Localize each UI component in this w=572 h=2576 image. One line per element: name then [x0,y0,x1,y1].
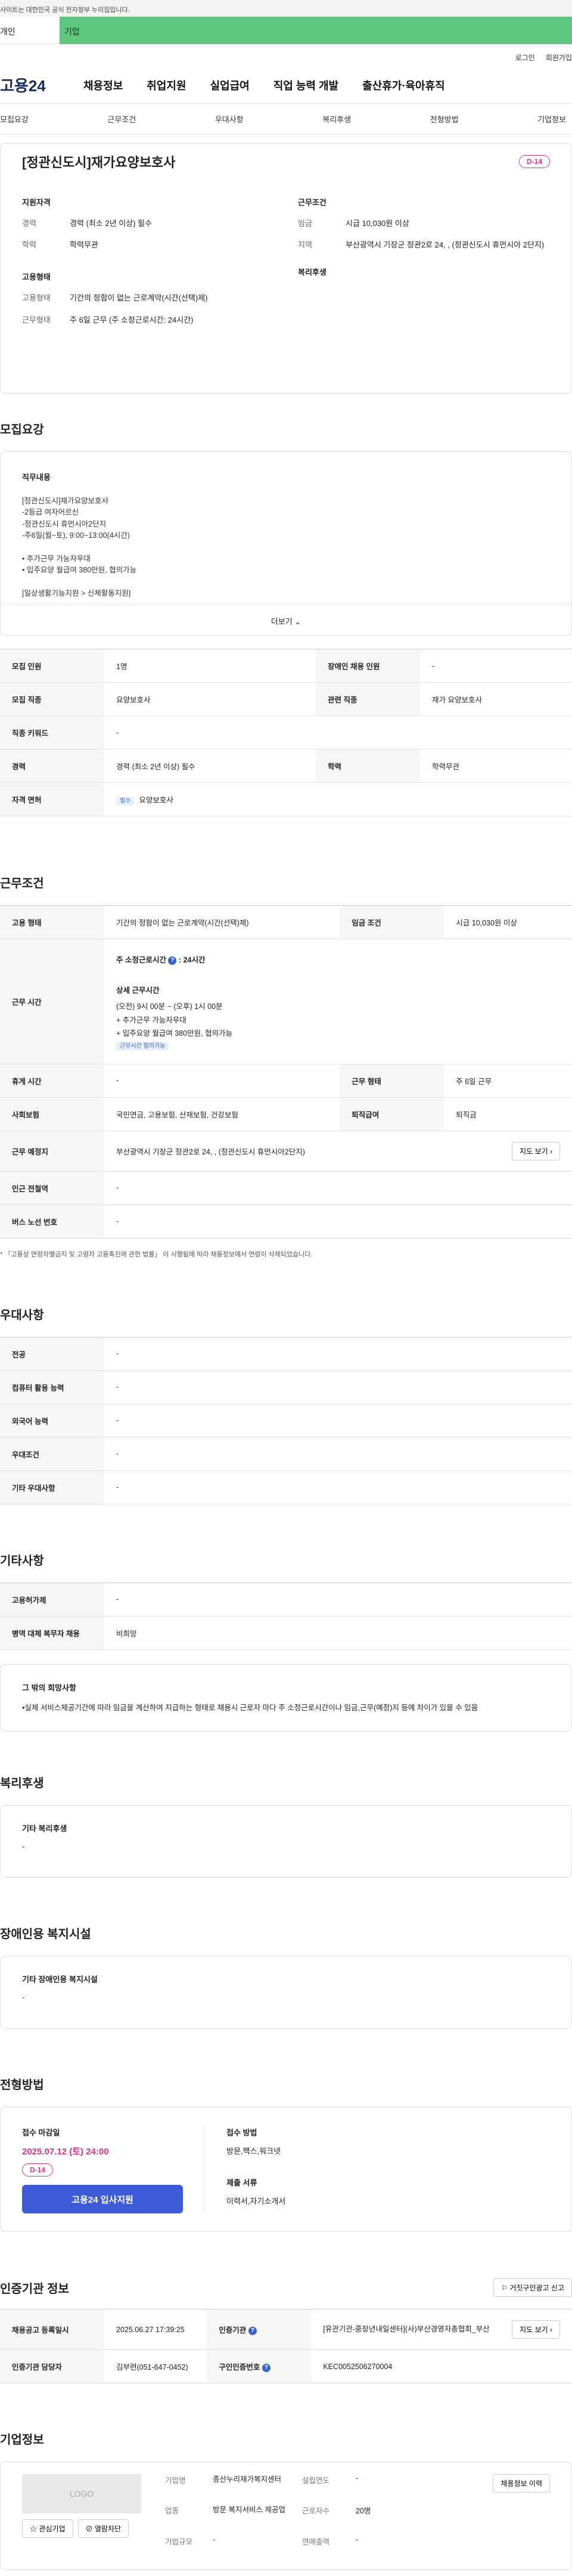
chevron-down-icon: ⌄ [294,617,301,626]
gnb-item-support[interactable]: 취업지원 [147,78,186,93]
job-history-button[interactable]: 채용정보 이력 [493,2474,550,2493]
work-wage: 임금 시급 10,030원 이상 [298,219,409,228]
job-title: [정관신도시]재가요양보호사 [22,155,176,170]
duty-line: -정관신도시 휴먼시아2단지 [22,519,107,528]
process-title: 전형방법 [0,2079,44,2092]
duty-heading: 직무내용 [22,473,51,482]
map-button[interactable]: 지도 보기 › [512,1141,560,1160]
star-icon: ☆ [30,2525,38,2533]
interest-company-button[interactable]: ☆ 관심기업 [22,2519,73,2538]
duty-line [22,542,550,553]
duty-line: • 추가근무 가능자우대 [22,554,91,563]
welfare-box: 기타 복리후생 - [0,1805,572,1878]
cert-map-button[interactable]: 지도 보기 › [512,2320,560,2339]
emp-type: 고용형태 기간의 정함이 없는 근로계약(시간(선택)제) [22,293,208,303]
process-box: 접수 마감일 2025.07.12 (토) 24:00 D-14 고용24 입사… [0,2107,572,2232]
dday-badge: D-14 [22,2163,54,2176]
job-summary-card: [정관신도시]재가요양보호사 D-14 지원자격 경력 경력 (최소 2년 이상)… [0,143,572,394]
company-logo: LOGO [22,2474,141,2513]
recruit-title: 모집요강 [0,423,44,436]
conditions-table: 고용 형태 기간의 정함이 없는 근로계약(시간(선택)제) 임금 조건 시급 10,… [0,905,572,1239]
gnb-item-unemployment[interactable]: 실업급여 [210,78,250,93]
block-icon: ⊘ [85,2525,93,2533]
duty-line: • 입주요양 월급여 380만원, 협의가능 [22,566,137,575]
tab-company-label: 기업 [64,27,80,36]
duty-line: [정관신도시]재가요양보호사 [22,497,108,505]
welfare-title: 복리후생 [0,1777,44,1790]
megaphone-icon: ⚐ [501,2284,508,2292]
info-icon[interactable]: ? [262,2363,271,2372]
gov-banner-text: 사이트는 대한민국 공식 전자정부 누리집입니다. [0,7,130,14]
emp-heading: 고용형태 [22,273,51,282]
gnb-item-training[interactable]: 직업 능력 개발 [273,78,338,93]
deadline-date: 2025.07.12 (토) 24:00 [22,2147,109,2157]
table-row: 모집 인원 1명 장애인 채용 인원 - [0,649,572,683]
info-icon[interactable]: ? [248,2326,257,2335]
company-box: LOGO ☆ 관심기업 ⊘ 열람차단 기업명 종산누리재가복지센터 설립연도 - 업… [0,2462,572,2570]
section-tab-conditions[interactable]: 근무조건 [107,113,136,125]
required-badge: 필수 [116,797,135,806]
more-button[interactable]: 더보기 ⌄ [1,604,571,635]
apply-button[interactable]: 고용24 입사지원 [22,2185,183,2213]
qual-career: 경력 경력 (최소 2년 이상) 필수 [22,219,152,228]
table-row: 모집 직종 요양보호사 관련 직종 재가 요양보호사 [0,682,572,716]
top-tabs: 개인 기업 [0,17,572,44]
global-nav: 고용24 채용정보 취업지원 실업급여 직업 능력 개발 출산휴가·육아휴직 [0,67,572,104]
utility-links: 로그인 회원가입 [0,44,572,67]
gnb-item-parental-leave[interactable]: 출산휴가·육아휴직 [362,78,444,93]
duty-line: [일상생활기능지원 > 신체활동지원] [22,589,131,597]
dday-badge: D-14 [518,155,550,168]
work-region: 지역 부산광역시 기장군 정관2로 24, , (정관신도시 휴먼시아 2단지) [298,240,545,250]
table-row: 경력 경력 (최소 2년 이상) 필수 학력 학력무관 [0,749,572,783]
conditions-title: 근무조건 [0,877,44,890]
section-tab-welfare[interactable]: 복리후생 [322,113,351,125]
qual-education: 학력 학력무관 [22,240,98,250]
recruit-table: 모집 인원 1명 장애인 채용 인원 - 모집 직종 요양보호사 관련 직종 재가 요양보호… [0,649,572,816]
flex-hours-badge: 근무시간 협의가능 [116,1041,169,1051]
age-note: * 「고용상 연령차별금지 및 고령자 고용촉진에 관한 법률」 이 시행됨에 … [0,1250,313,1258]
section-tab-recruit[interactable]: 모집요강 [0,113,29,125]
duty-line [22,577,550,588]
duty-line: -2등급 여자어르신 [22,508,79,517]
tab-personal[interactable]: 개인 [0,17,60,44]
tab-personal-label: 개인 [0,27,15,36]
emp-form: 근무형태 주 6일 근무 (주 소정근로시간: 24시간) [22,315,194,324]
tab-company[interactable]: 기업 [60,17,572,44]
section-tab-process[interactable]: 전형방법 [430,113,459,125]
info-icon[interactable]: ? [168,956,177,965]
table-row: 직종 키워드 - [0,716,572,750]
cert-table: 채용공고 등록일시 2025.06.27 17:39:25 인증기관 ? [유관기관… [0,2309,572,2383]
cert-title: 인증기관 정보 [0,2283,69,2296]
welfare-heading: 복리후생 [298,268,327,277]
block-view-button[interactable]: ⊘ 열람차단 [77,2519,129,2538]
report-false-ad-button[interactable]: ⚐ 거짓구인광고 신고 [493,2278,572,2297]
etc-title: 기타사항 [0,1554,44,1568]
duty-line: -주6일(월~토), 9:00~13:00(4시간) [22,531,130,540]
login-link[interactable]: 로그인 [515,52,535,67]
site-logo[interactable]: 고용24 [0,74,60,96]
gov-banner: 사이트는 대한민국 공식 전자정부 누리집입니다. [0,0,572,17]
qual-heading: 지원자격 [22,198,51,207]
prefer-title: 우대사항 [0,1308,44,1322]
wish-box: 그 밖의 희망사항 •실제 서비스제공기간에 따라 임금을 계산하여 지급하는 … [0,1664,572,1732]
disabled-box: 기타 장애인용 복지시설 - [0,1956,572,2029]
duty-content: [정관신도시]재가요양보호사 -2등급 여자어르신 -정관신도시 휴먼시아2단지 -주… [22,496,550,599]
section-tabs: 모집요강 근무조건 우대사항 복리후생 전형방법 기업정보 [0,104,572,135]
gnb-item-jobs[interactable]: 채용정보 [83,78,123,93]
company-title: 기업정보 [0,2433,44,2447]
signup-link[interactable]: 회원가입 [546,52,572,67]
prefer-table: 전공 - 컴퓨터 활용 능력 - 외국어 능력 - 우대조건 - 기타 우대사항 - [0,1336,572,1504]
etc-table: 고용허가제 - 병역 대체 복무자 채용 비희망 [0,1582,572,1650]
duty-box: 직무내용 [정관신도시]재가요양보호사 -2등급 여자어르신 -정관신도시 휴먼시아… [0,451,572,636]
section-tab-prefer[interactable]: 우대사항 [215,113,244,125]
section-tab-company[interactable]: 기업정보 [537,113,566,125]
table-row: 자격 면허 필수 요양보호사 [0,782,572,816]
disabled-title: 장애인용 복지시설 [0,1928,91,1941]
work-heading: 근무조건 [298,198,327,207]
